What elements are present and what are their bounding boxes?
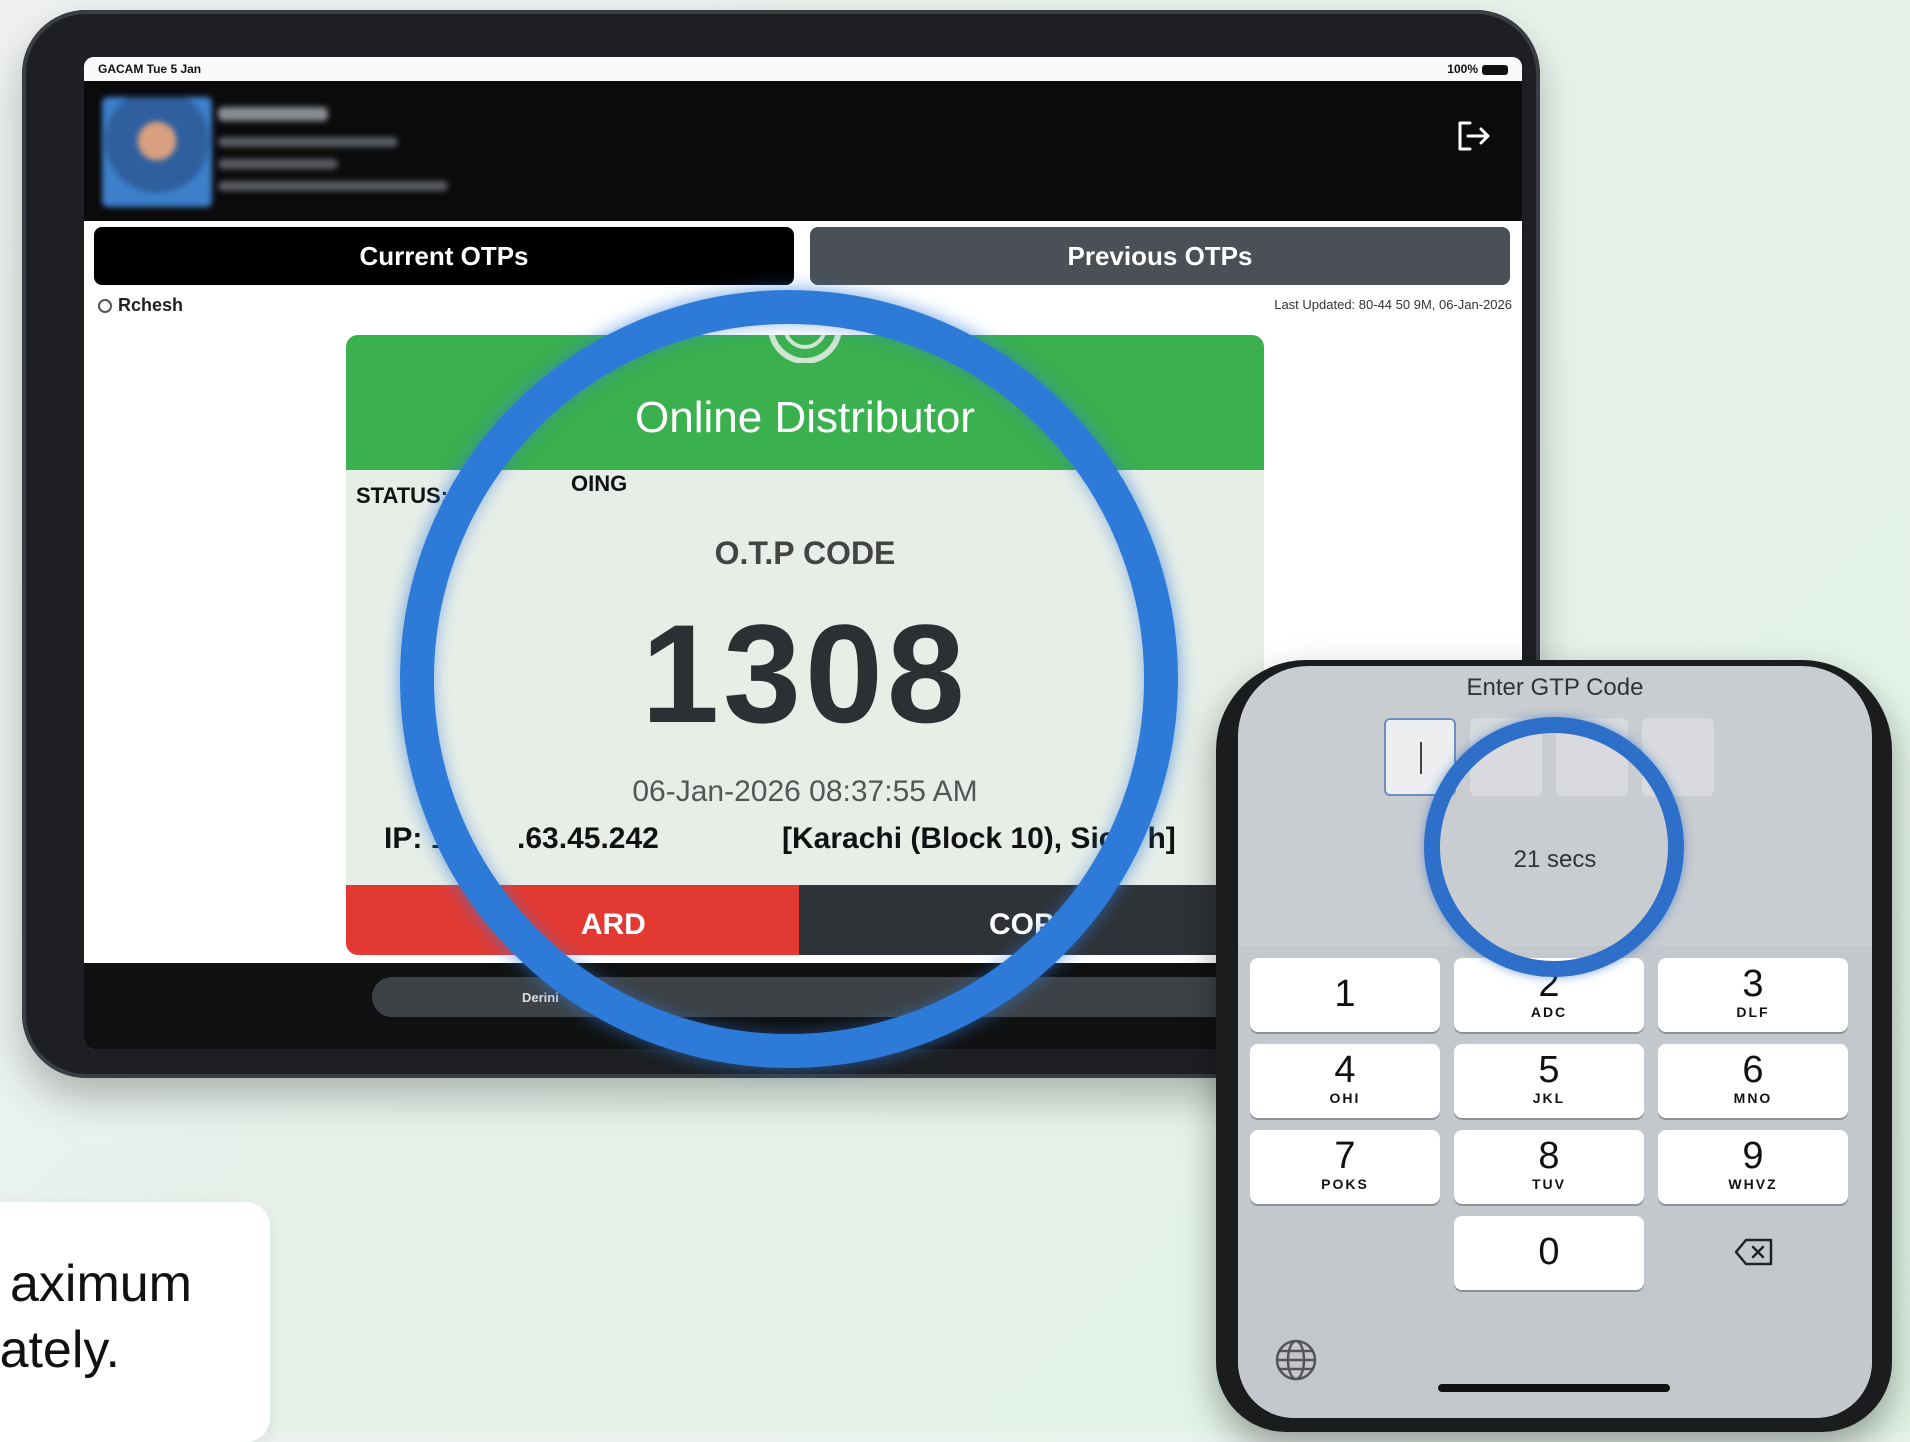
text-caret [1420, 742, 1422, 774]
numeric-keypad: 1 2 ADC 3 DLF 4 OHI 5 JKL 6 MNO 7 POKS 8 TUV 9W… [1238, 946, 1872, 1418]
otp-digit-box-3[interactable] [1556, 718, 1628, 796]
tab-previous-otps[interactable]: Previous OTPs [810, 227, 1510, 285]
otp-label: O.T.P CODE [714, 535, 896, 571]
caption-card: aximum ately. [0, 1202, 270, 1442]
phone-device: Enter GTP Code 21 secs 1 2 ADC 3 DLF 4 OHI … [1216, 660, 1892, 1432]
status-bar: GACAM Tue 5 Jan 100% [84, 57, 1522, 81]
caption-line-2: ately. [0, 1321, 120, 1379]
key-3[interactable]: 3 DLF [1658, 958, 1848, 1032]
key-5[interactable]: 5 JKL [1454, 1044, 1644, 1118]
last-updated: Last Updated: 80-44 50 9M, 06-Jan-2026 [1274, 297, 1512, 312]
otp-digit-box-2[interactable] [1470, 718, 1542, 796]
key-6[interactable]: 6 MNO [1658, 1044, 1848, 1118]
key-4[interactable]: 4 OHI [1250, 1044, 1440, 1118]
status-bar-battery: 100% [1447, 62, 1508, 76]
distributor-logo-icon [768, 335, 842, 363]
battery-icon [1482, 64, 1508, 75]
profile-detail-blurred [218, 159, 338, 169]
key-0[interactable]: 0 [1454, 1216, 1644, 1290]
logout-icon[interactable] [1452, 115, 1494, 157]
profile-detail-blurred [218, 137, 398, 147]
countdown-timer: 21 secs [1513, 846, 1597, 873]
discard-button[interactable]: B ARD [346, 885, 799, 955]
profile-detail-blurred [218, 181, 448, 191]
key-7[interactable]: 7 POKS [1250, 1130, 1440, 1204]
filter-user[interactable]: Rchesh [118, 295, 183, 315]
status-bar-time: GACAM Tue 5 Jan [98, 62, 202, 76]
otp-tabs: Current OTPs Previous OTPs [94, 227, 1512, 285]
bottom-pill-button[interactable]: Derini [372, 977, 1234, 1017]
key-2[interactable]: 2 ADC [1454, 958, 1644, 1032]
phone-screen: Enter GTP Code 21 secs 1 2 ADC 3 DLF 4 OHI … [1238, 666, 1872, 1418]
otp-entry-title: Enter GTP Code [1466, 674, 1644, 701]
meta-row: Rchesh Last Updated: 80-44 50 9M, 06-Jan… [98, 295, 1512, 317]
otp-digit-box-4[interactable] [1642, 718, 1714, 796]
otp-digit-box-1[interactable] [1384, 718, 1456, 796]
tab-current-otps[interactable]: Current OTPs [94, 227, 794, 285]
home-indicator [1438, 1384, 1670, 1392]
otp-card: Online Distributor STATUS: PI OING O.T.P … [346, 335, 1264, 955]
otp-ip: IP: 1C .63.45.242 [384, 822, 659, 855]
card-title: Online Distributor [635, 393, 975, 442]
profile-name-blurred [218, 107, 328, 121]
otp-location: [Karachi (Block 10), Sic h] [782, 822, 1176, 855]
otp-timestamp: 06-Jan-2026 08:37:55 AM [632, 775, 978, 808]
key-9[interactable]: 9 WHVZ [1658, 1130, 1848, 1204]
backspace-icon[interactable] [1734, 1238, 1774, 1266]
key-8[interactable]: 8 TUV [1454, 1130, 1644, 1204]
copy-button[interactable]: COPY [799, 885, 1264, 955]
caption-line-1: aximum [9, 1255, 192, 1313]
otp-status: STATUS: PI OING [356, 471, 628, 508]
otp-code: 1308 [641, 595, 969, 752]
user-radio-icon[interactable] [98, 299, 112, 314]
avatar [102, 97, 212, 207]
card-header: Online Distributor [346, 335, 1264, 470]
key-1[interactable]: 1 [1250, 958, 1440, 1032]
profile-header [84, 81, 1522, 221]
globe-icon[interactable] [1274, 1338, 1318, 1382]
